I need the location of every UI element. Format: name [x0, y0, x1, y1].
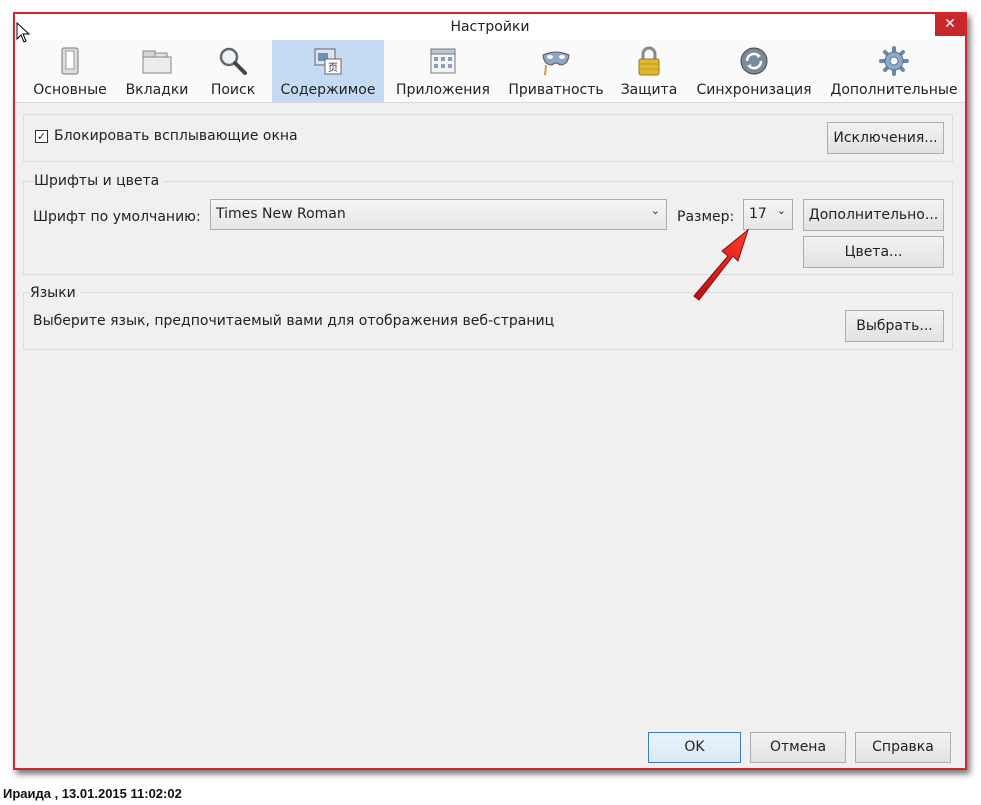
default-font-value: Times New Roman	[216, 206, 346, 222]
tab-security-label: Защита	[620, 82, 678, 98]
default-font-select[interactable]: Times New Roman ⌄	[210, 199, 667, 230]
privacy-mask-icon	[542, 51, 570, 76]
tab-sync-label: Синхронизация	[696, 82, 812, 98]
languages-description: Выберите язык, предпочитаемый вами для о…	[33, 313, 555, 329]
tab-tabs[interactable]: Вкладки	[121, 40, 193, 102]
magnifier-icon	[219, 47, 247, 75]
block-popups-label[interactable]: Блокировать всплывающие окна	[54, 128, 298, 144]
tab-general[interactable]: Основные	[27, 40, 113, 102]
colors-button[interactable]: Цвета...	[803, 236, 944, 268]
applications-icon	[430, 48, 456, 74]
tab-search-label: Поиск	[210, 82, 256, 98]
popups-group: ✓ Блокировать всплывающие окна Исключени…	[23, 114, 953, 162]
ok-button[interactable]: OK	[648, 732, 741, 763]
tab-privacy[interactable]: Приватность	[505, 40, 607, 102]
window-title: Настройки	[450, 19, 530, 35]
fonts-group-title: Шрифты и цвета	[34, 173, 164, 189]
mouse-cursor-icon	[16, 22, 31, 43]
settings-window: Настройки ✕ Основные Вкладки Поиск 页 Сод…	[13, 12, 967, 770]
tab-sync[interactable]: Синхронизация	[691, 40, 817, 102]
tabs-icon	[142, 50, 172, 74]
choose-language-button[interactable]: Выбрать...	[845, 310, 944, 342]
default-font-label: Шрифт по умолчанию:	[33, 209, 201, 225]
help-button[interactable]: Справка	[855, 732, 951, 763]
sync-icon	[740, 47, 768, 75]
title-bar[interactable]: Настройки ✕	[15, 14, 965, 40]
block-popups-checkbox[interactable]: ✓	[35, 130, 48, 143]
screenshot-caption: Ираида , 13.01.2015 11:02:02	[3, 786, 182, 801]
tab-tabs-label: Вкладки	[125, 82, 189, 98]
exceptions-button[interactable]: Исключения...	[827, 122, 944, 154]
tab-applications-label: Приложения	[396, 82, 490, 98]
languages-group: Языки Выберите язык, предпочитаемый вами…	[23, 285, 953, 350]
tab-general-label: Основные	[33, 82, 107, 98]
tab-security[interactable]: Защита	[617, 40, 681, 102]
tab-content[interactable]: 页 Содержимое	[272, 40, 384, 102]
cancel-button[interactable]: Отмена	[750, 732, 846, 763]
tab-applications[interactable]: Приложения	[392, 40, 494, 102]
general-switch-icon	[61, 47, 79, 75]
tab-advanced[interactable]: Дополнительные	[827, 40, 961, 102]
languages-group-title: Языки	[30, 285, 80, 301]
chevron-down-icon: ⌄	[776, 204, 786, 217]
tab-privacy-label: Приватность	[508, 82, 604, 98]
svg-text:页: 页	[328, 62, 338, 74]
preferences-toolbar: Основные Вкладки Поиск 页 Содержимое Прил…	[15, 40, 965, 103]
advanced-fonts-button[interactable]: Дополнительно...	[803, 199, 944, 231]
padlock-icon	[638, 46, 660, 76]
chevron-down-icon: ⌄	[650, 204, 660, 217]
gear-icon	[879, 46, 909, 76]
annotation-arrow-icon	[693, 228, 749, 301]
tab-advanced-label: Дополнительные	[830, 82, 958, 98]
tab-search[interactable]: Поиск	[203, 40, 263, 102]
close-button[interactable]: ✕	[935, 14, 965, 36]
content-icon: 页	[314, 48, 342, 75]
fonts-colors-group: Шрифты и цвета Шрифт по умолчанию: Times…	[23, 173, 953, 275]
tab-content-label: Содержимое	[280, 82, 376, 98]
